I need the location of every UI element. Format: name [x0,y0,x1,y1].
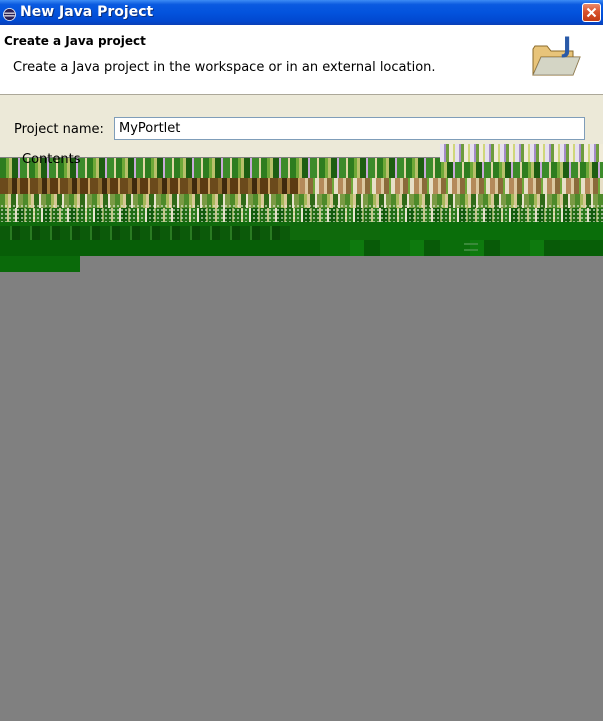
close-button[interactable] [582,3,601,22]
svg-text:J: J [561,34,571,59]
corrupted-render-region: Contents [0,144,603,272]
eclipse-icon [3,6,16,21]
glitch-band [300,178,603,194]
window-title: New Java Project [20,4,154,20]
glitch-band [464,243,478,245]
glitch-band [0,256,80,272]
contents-group-label: Contents [22,152,81,167]
glitch-band [0,226,290,240]
project-name-input[interactable] [114,117,585,140]
close-icon [586,7,597,18]
glitch-band [320,240,560,256]
glitch-band [380,222,603,240]
java-project-folder-icon: J [529,33,581,83]
glitch-band [0,204,603,224]
wizard-description: Create a Java project in the workspace o… [13,60,436,75]
glitch-band [440,144,603,162]
glitch-band [464,249,478,251]
new-java-project-dialog: New Java Project Create a Java project C… [0,0,603,721]
project-name-label: Project name: [14,122,104,137]
wizard-title: Create a Java project [4,34,146,48]
wizard-banner: Create a Java project Create a Java proj… [0,25,603,95]
title-bar[interactable]: New Java Project [0,0,603,25]
